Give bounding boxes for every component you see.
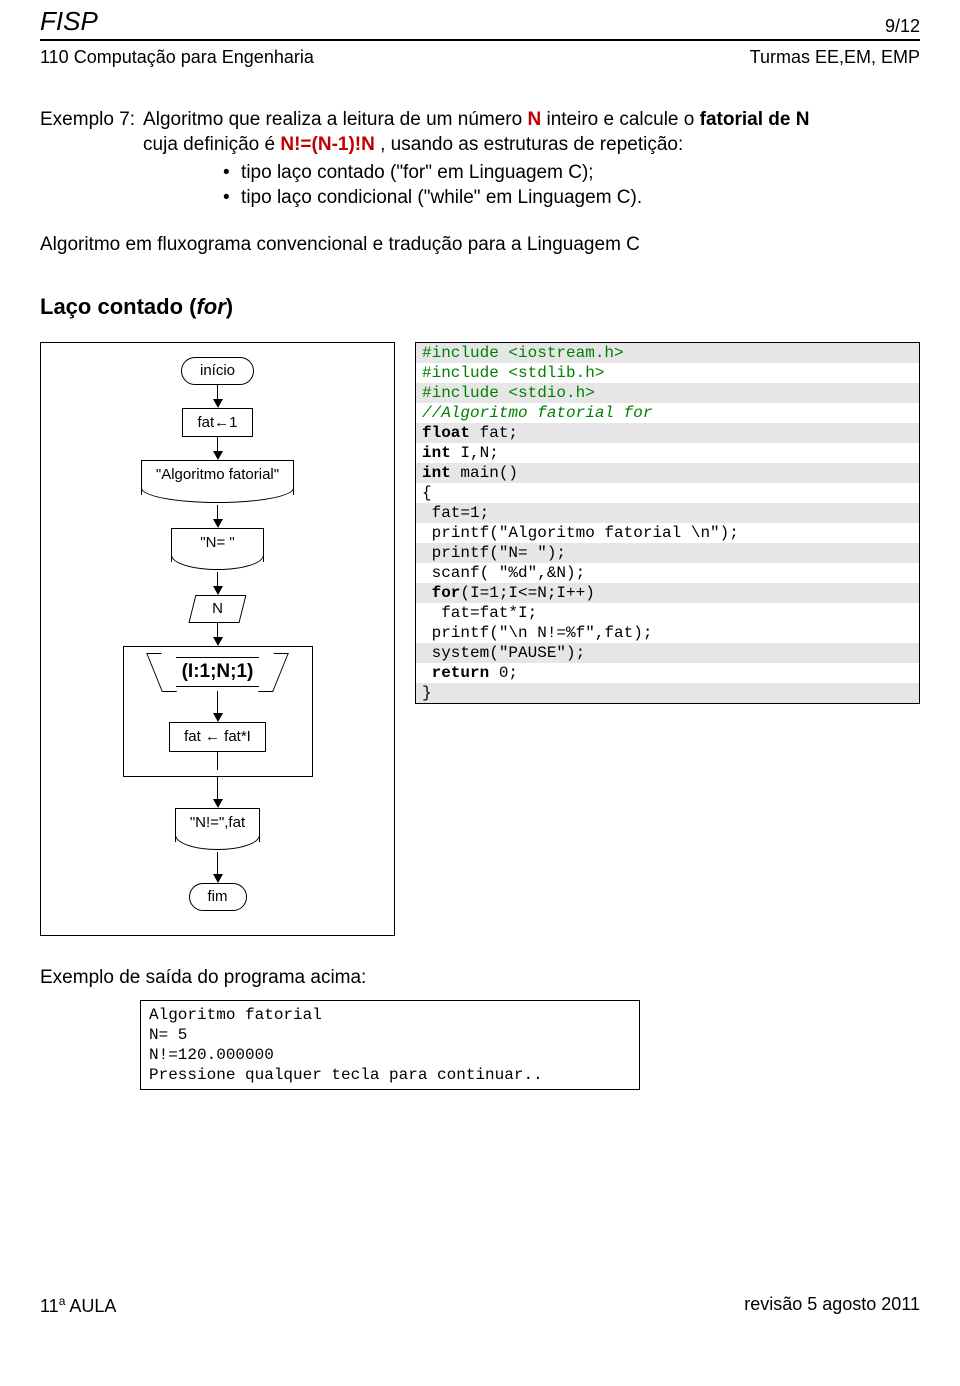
code-l3: #include <stdio.h> [422, 384, 595, 402]
code-l6a: int [422, 444, 451, 462]
flowchart: início fat←1 "Algoritmo fatorial" "N= " … [40, 342, 395, 936]
out-l1: Algoritmo fatorial [149, 1006, 322, 1024]
brand: FISP [40, 6, 98, 37]
code-l19: } [416, 683, 919, 703]
example-label: Exemplo 7: [40, 108, 135, 215]
var-n: N [527, 109, 541, 130]
fc-for-header: (I:1;N;1) [156, 653, 280, 692]
code-l18a: return [422, 664, 489, 682]
fc-assign-fatmul: fat ← fat*I [169, 722, 266, 752]
t: for [196, 294, 225, 319]
def-expr: N!=(N-1)!N [280, 134, 374, 155]
example-body: Algoritmo que realiza a leitura de um nú… [143, 108, 920, 215]
fc-assign-fat1: fat←1 [182, 408, 252, 438]
t: tipo laço condicional ("while" em Lingua… [241, 187, 642, 208]
fatorial-n: fatorial de N [700, 109, 810, 130]
code-l18b: 0; [489, 664, 518, 682]
page-number: 9/12 [885, 16, 920, 37]
t: Laço contado ( [40, 294, 196, 319]
header-sub: 110 Computação para Engenharia Turmas EE… [40, 47, 920, 68]
fc-loop: (I:1;N;1) fat ← fat*I [51, 646, 384, 777]
fc-print-title: "Algoritmo fatorial" [141, 460, 294, 495]
code-l13b: (I=1;I<=N;I++) [460, 584, 594, 602]
code-l4: //Algoritmo fatorial for [422, 404, 652, 422]
t: cuja definição é [143, 134, 280, 155]
code-l9: fat=1; [416, 503, 919, 523]
fc-fim: fim [189, 883, 247, 911]
output-box: Algoritmo fatorial N= 5 N!=120.000000 Pr… [140, 1000, 640, 1090]
t: Algoritmo que realiza a leitura de um nú… [143, 109, 527, 130]
bullet-list: tipo laço contado ("for" em Linguagem C)… [223, 161, 920, 210]
code-l14: fat=fat*I; [416, 603, 919, 623]
t: 11 [40, 1296, 59, 1316]
code-listing: #include <iostream.h> #include <stdlib.h… [415, 342, 920, 704]
code-l5a: float [422, 424, 470, 442]
out-l3: N!=120.000000 [149, 1046, 274, 1064]
code-l5b: fat; [470, 424, 518, 442]
paragraph-fluxograma: Algoritmo em fluxograma convencional e t… [40, 233, 920, 258]
fc-input-n: N [192, 595, 243, 623]
t: inteiro e calcule o [541, 109, 699, 130]
course-name: 110 Computação para Engenharia [40, 47, 314, 68]
example-heading: Exemplo 7: Algoritmo que realiza a leitu… [40, 108, 920, 215]
out-l4: Pressione qualquer tecla para continuar.… [149, 1066, 543, 1084]
t: AULA [65, 1296, 116, 1316]
code-l7a: int [422, 464, 451, 482]
code-l12: scanf( "%d",&N); [416, 563, 919, 583]
fc-inicio: início [181, 357, 254, 385]
footer-left: 11a AULA [40, 1294, 116, 1317]
bullet-while: tipo laço condicional ("while" em Lingua… [223, 186, 920, 211]
bullet-for: tipo laço contado ("for" em Linguagem C)… [223, 161, 920, 186]
code-l10: printf("Algoritmo fatorial \n"); [416, 523, 919, 543]
code-l1: #include <iostream.h> [422, 344, 624, 362]
code-l8: { [416, 483, 919, 503]
code-l11: printf("N= "); [416, 543, 919, 563]
t: N [212, 600, 223, 617]
header-top: FISP 9/12 [40, 6, 920, 41]
out-l2: N= 5 [149, 1026, 187, 1044]
t: ) [226, 294, 233, 319]
code-l6b: I,N; [451, 444, 499, 462]
code-l17: system("PAUSE"); [416, 643, 919, 663]
code-l13a: for [422, 584, 460, 602]
code-l16: printf("\n N!=%f",fat); [416, 623, 919, 643]
output-label: Exemplo de saída do programa acima: [40, 966, 920, 991]
fc-print-result: "N!=",fat [175, 808, 260, 843]
t: (I:1;N;1) [176, 657, 260, 688]
t: , usando as estruturas de repetição: [375, 134, 683, 155]
footer-right: revisão 5 agosto 2011 [744, 1294, 920, 1317]
turmas: Turmas EE,EM, EMP [750, 47, 920, 68]
subheading-laco: Laço contado (for) [40, 293, 920, 322]
code-l2: #include <stdlib.h> [422, 364, 604, 382]
footer: 11a AULA revisão 5 agosto 2011 [40, 1290, 920, 1317]
fc-print-n: "N= " [171, 528, 263, 563]
t: tipo laço contado ("for" em Linguagem C)… [241, 162, 594, 183]
code-l7b: main() [451, 464, 518, 482]
